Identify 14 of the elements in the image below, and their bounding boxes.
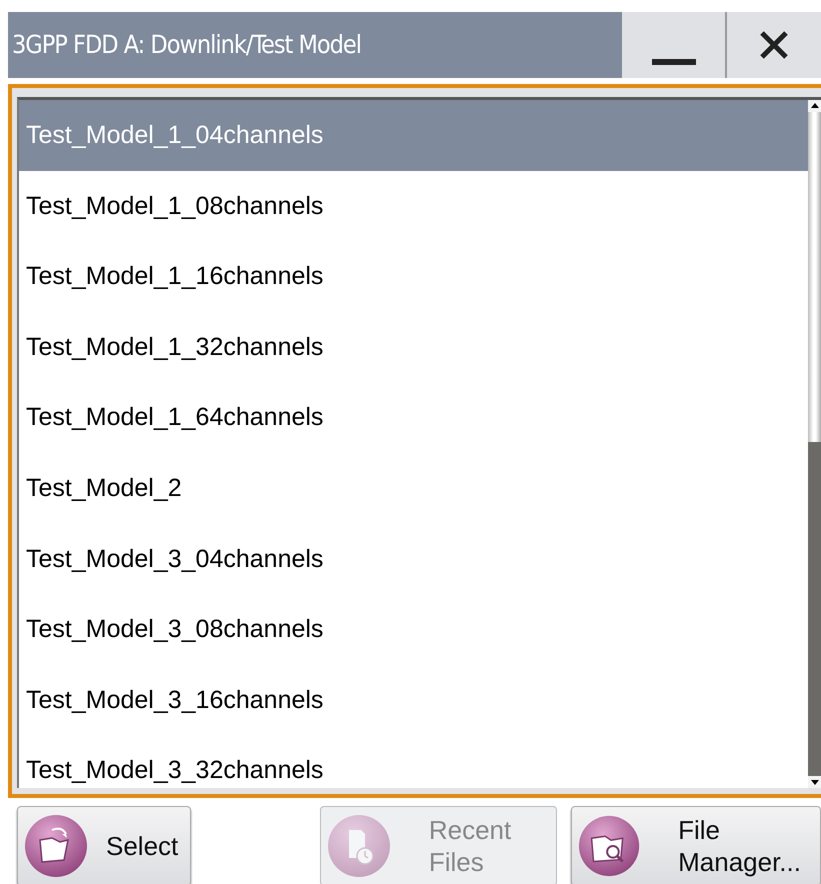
scrollbar[interactable] bbox=[808, 100, 821, 788]
minimize-button[interactable] bbox=[622, 12, 725, 78]
file-button[interactable]: File Manager... bbox=[571, 806, 821, 884]
scroll-down-icon[interactable] bbox=[808, 776, 821, 788]
scrollbar-thumb[interactable] bbox=[808, 112, 821, 442]
close-button[interactable] bbox=[727, 12, 821, 78]
scroll-up-icon[interactable] bbox=[808, 100, 821, 112]
folder-icon bbox=[24, 814, 88, 878]
file-button[interactable]: Select bbox=[17, 806, 191, 884]
folder-search-icon bbox=[578, 814, 640, 878]
close-icon bbox=[759, 30, 789, 60]
window-title: 3GPP FDD A: Downlink/Test Model bbox=[11, 29, 362, 61]
document-clock-icon bbox=[326, 814, 391, 878]
minimize-icon bbox=[652, 58, 696, 66]
